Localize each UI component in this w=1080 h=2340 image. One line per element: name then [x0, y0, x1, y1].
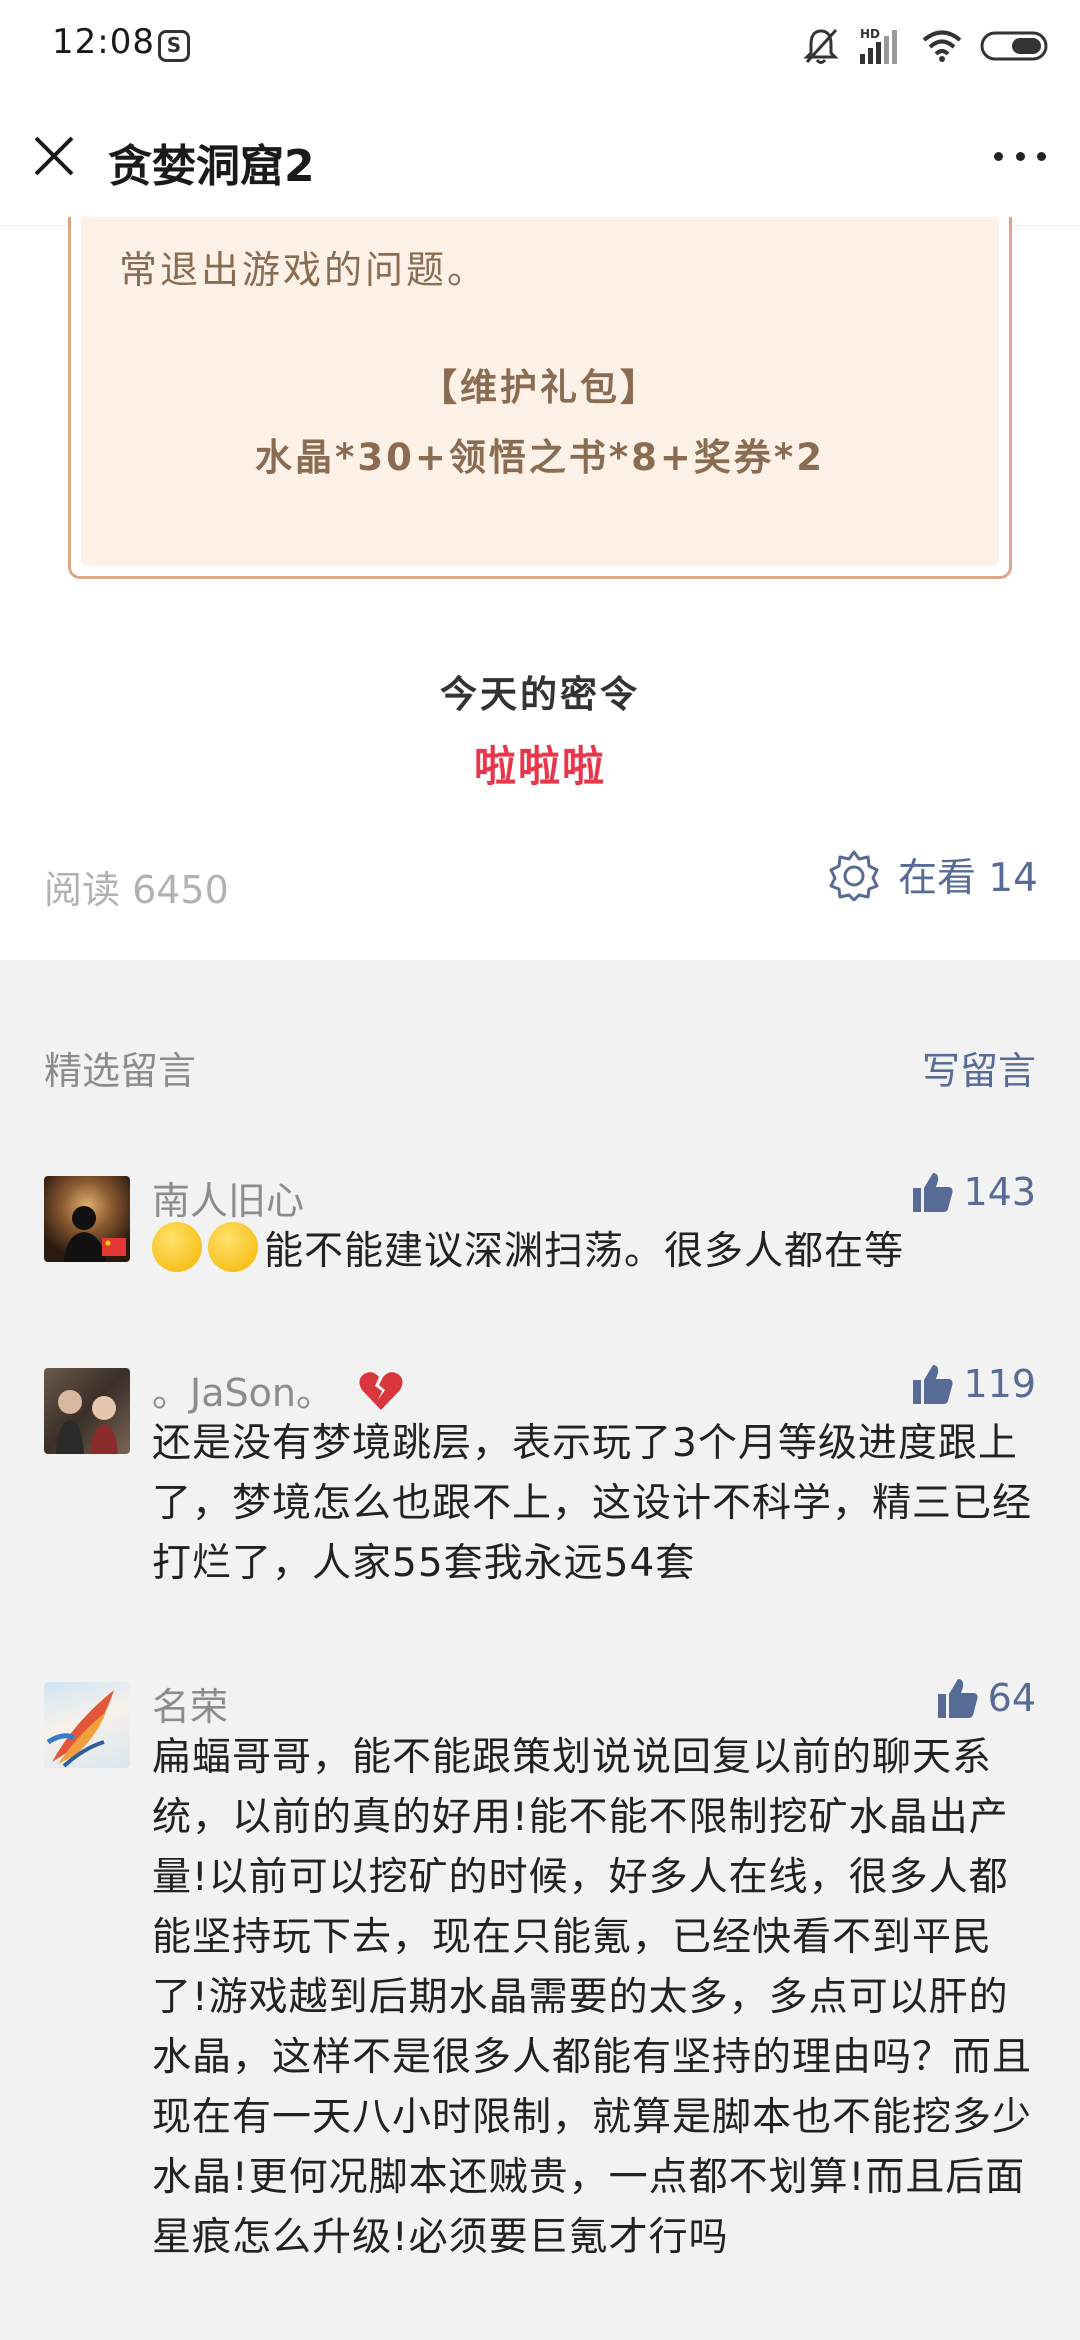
comment-nickname: 名荣	[152, 1685, 229, 1729]
mute-bell-icon	[803, 28, 839, 64]
comment-text: 能不能建议深渊扫荡。很多人都在等	[152, 1222, 1032, 1282]
watching-icon	[829, 850, 879, 901]
app-notification-icon: S	[158, 30, 190, 62]
comment-nickname: 。JaSon。	[152, 1362, 404, 1417]
grimace-emoji-icon	[152, 1222, 202, 1272]
avatar-photo-icon	[56, 1390, 118, 1454]
notice-inner: 常退出游戏的问题。 【维护礼包】 水晶*30+领悟之书*8+奖券*2	[81, 217, 999, 566]
status-time: 12:08	[52, 22, 155, 62]
avatar-art-icon	[46, 1690, 114, 1768]
battery-icon	[980, 31, 1048, 61]
close-button[interactable]	[28, 130, 80, 182]
like-button[interactable]: 143	[911, 1170, 1036, 1214]
wifi-icon	[922, 30, 962, 62]
broken-heart-icon	[359, 1372, 403, 1410]
hd-label: HD	[860, 27, 880, 41]
read-count: 阅读 6450	[44, 868, 229, 912]
more-options-button[interactable]	[988, 134, 1052, 178]
more-dot-icon	[994, 151, 1003, 161]
like-count: 119	[963, 1362, 1036, 1406]
gift-content: 水晶*30+领悟之书*8+奖券*2	[254, 436, 826, 479]
avatar-silhouette-icon	[64, 1206, 126, 1262]
featured-comments-title: 精选留言	[44, 1049, 197, 1093]
comment-body: 能不能建议深渊扫荡。很多人都在等	[264, 1229, 905, 1274]
nickname-text: 。JaSon。	[152, 1371, 334, 1415]
more-dot-icon	[1037, 151, 1046, 161]
password-value: 啦啦啦	[473, 742, 606, 791]
comment-text: 扁蝠哥哥，能不能跟策划说说回复以前的聊天系统，以前的真的好用!能不能不限制挖矿水…	[152, 1735, 1033, 2260]
write-comment-button[interactable]: 写留言	[922, 1040, 1036, 1095]
like-button[interactable]: 119	[911, 1362, 1036, 1406]
signal-icon: HD	[860, 27, 897, 64]
page-title: 贪婪洞窟2	[108, 141, 315, 192]
article-body: 常退出游戏的问题。 【维护礼包】 水晶*30+领悟之书*8+奖券*2 今天的密令…	[0, 217, 1080, 960]
gift-title: 【维护礼包】	[420, 366, 660, 409]
more-dot-icon	[1015, 151, 1025, 161]
avatar[interactable]	[44, 1176, 130, 1262]
status-bar: 12:08 S HD	[0, 0, 1080, 92]
status-icons: HD	[802, 24, 1050, 68]
thumbs-up-icon	[913, 1173, 954, 1212]
like-button[interactable]: 64	[936, 1676, 1036, 1720]
watching-label: 在看 14	[897, 856, 1038, 901]
maintenance-notice-box: 常退出游戏的问题。 【维护礼包】 水晶*30+领悟之书*8+奖券*2	[68, 217, 1012, 579]
thumbs-up-icon	[913, 1365, 954, 1404]
like-count: 143	[963, 1170, 1036, 1214]
comment-nickname: 南人旧心	[152, 1179, 305, 1223]
notice-text: 常退出游戏的问题。	[119, 248, 489, 292]
close-icon	[34, 136, 74, 176]
thumbs-up-icon	[937, 1679, 978, 1718]
watching-button[interactable]: 在看 14	[828, 847, 1038, 903]
title-bar: 贪婪洞窟2	[0, 92, 1080, 226]
comments-section: 精选留言 写留言 南人旧心 143 能不能建议深渊扫荡。很多人都在等 。JaSo…	[0, 960, 1080, 2340]
avatar[interactable]	[44, 1368, 130, 1454]
grimace-emoji-icon	[208, 1222, 258, 1272]
comment-text: 还是没有梦境跳层，表示玩了3个月等级进度跟上了，梦境怎么也跟不上，这设计不科学，…	[152, 1421, 1033, 1586]
like-count: 64	[987, 1676, 1036, 1720]
avatar[interactable]	[44, 1682, 130, 1768]
password-label: 今天的密令	[440, 673, 640, 716]
